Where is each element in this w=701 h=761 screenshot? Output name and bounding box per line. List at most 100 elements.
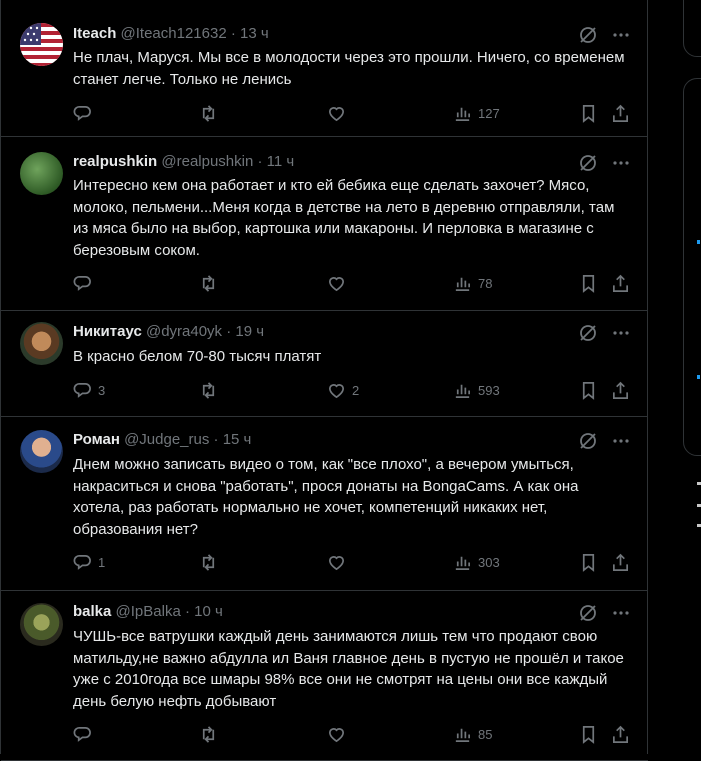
share-button[interactable] (611, 553, 630, 572)
author-name[interactable]: Никитаус (73, 323, 142, 340)
more-icon[interactable] (612, 26, 630, 49)
bookmark-button[interactable] (579, 104, 598, 123)
tweet-header: Никитаус @dyra40yk · 19 ч (73, 322, 264, 342)
views-button[interactable]: 303 (453, 553, 500, 572)
retweet-button[interactable] (199, 381, 224, 400)
bookmark-button[interactable] (579, 274, 598, 293)
tweet[interactable]: realpushkin @realpushkin · 11 ч Интересн… (1, 137, 648, 311)
views-button[interactable]: 127 (453, 104, 500, 123)
tweet[interactable]: Никитаус @dyra40yk · 19 ч В красно белом… (1, 311, 648, 417)
retweet-icon (202, 105, 215, 122)
avatar[interactable] (20, 430, 63, 473)
share-button[interactable] (611, 274, 630, 293)
author-name[interactable]: Iteach (73, 25, 116, 42)
avatar[interactable] (20, 23, 63, 66)
timestamp[interactable]: 15 ч (223, 431, 252, 448)
bookmark-icon (582, 726, 595, 744)
grok-icon[interactable] (578, 431, 598, 456)
timestamp[interactable]: 11 ч (267, 153, 295, 170)
like-button[interactable] (327, 725, 352, 744)
retweet-icon (202, 382, 215, 399)
reply-button[interactable] (73, 274, 98, 293)
timestamp[interactable]: 19 ч (235, 323, 264, 340)
tweet[interactable]: Iteach @Iteach121632 · 13 ч Не плач, Мар… (1, 0, 648, 137)
bookmark-button[interactable] (579, 381, 598, 400)
separator: · (222, 323, 236, 340)
author-name[interactable]: realpushkin (73, 153, 157, 170)
heart-icon (328, 384, 345, 399)
views-button[interactable]: 593 (453, 381, 500, 400)
author-handle[interactable]: @IpBalka (116, 603, 181, 620)
reply-icon (73, 105, 91, 121)
heart-icon (328, 277, 345, 292)
tweet[interactable]: balka @IpBalka · 10 ч ЧУШЬ-все ватрушки … (1, 591, 648, 761)
retweet-button[interactable] (199, 725, 224, 744)
author-handle[interactable]: @Iteach121632 (121, 25, 227, 42)
views-button[interactable]: 85 (453, 725, 492, 744)
tweet-header: Роман @Judge_rus · 15 ч (73, 430, 251, 450)
separator: · (209, 431, 223, 448)
tweet-top-actions (578, 323, 630, 348)
timestamp[interactable]: 13 ч (240, 25, 269, 42)
author-name[interactable]: balka (73, 603, 111, 620)
bookmark-button[interactable] (579, 725, 598, 744)
share-icon (612, 553, 629, 571)
sidebar-text-fragment (697, 482, 701, 485)
bookmark-button[interactable] (579, 553, 598, 572)
author-handle[interactable]: @Judge_rus (124, 431, 209, 448)
avatar[interactable] (20, 152, 63, 195)
heart-icon (328, 556, 345, 571)
tweet-text: Днем можно записать видео о том, как "вс… (73, 456, 579, 538)
author-handle[interactable]: @realpushkin (161, 153, 253, 170)
sidebar-card (683, 0, 701, 57)
views-icon (455, 384, 471, 399)
share-button[interactable] (611, 104, 630, 123)
share-icon (612, 274, 629, 292)
author-name[interactable]: Роман (73, 431, 120, 448)
retweet-button[interactable] (199, 274, 224, 293)
grok-icon[interactable] (578, 323, 598, 348)
more-icon[interactable] (612, 604, 630, 627)
tweet-actions: 1 303 (73, 553, 633, 575)
more-icon[interactable] (612, 154, 630, 177)
more-icon[interactable] (612, 432, 630, 455)
retweet-button[interactable] (199, 553, 224, 572)
sidebar-link-fragment (697, 375, 700, 379)
separator: · (253, 153, 267, 170)
like-button[interactable] (327, 553, 352, 572)
tweet[interactable]: Роман @Judge_rus · 15 ч Днем можно запис… (1, 417, 648, 591)
view-count: 78 (478, 276, 493, 291)
share-button[interactable] (611, 381, 630, 400)
reply-button[interactable] (73, 104, 98, 123)
retweet-button[interactable] (199, 104, 224, 123)
reply-icon (73, 382, 91, 398)
sidebar-text-fragment (697, 504, 701, 507)
reply-count: 1 (98, 555, 106, 570)
view-count: 127 (478, 106, 500, 121)
avatar[interactable] (20, 322, 63, 365)
more-icon[interactable] (612, 324, 630, 347)
share-button[interactable] (611, 725, 630, 744)
like-button[interactable]: 2 (327, 381, 359, 400)
like-button[interactable] (327, 274, 352, 293)
views-icon (455, 107, 471, 122)
tweet-text: Не плач, Маруся. Мы все в молодости чере… (73, 49, 625, 88)
reply-button[interactable]: 3 (73, 381, 105, 400)
reply-button[interactable]: 1 (73, 553, 105, 572)
bookmark-icon (582, 105, 595, 123)
view-count: 303 (478, 555, 500, 570)
views-button[interactable]: 78 (453, 274, 492, 293)
share-icon (612, 381, 629, 399)
tweet-header: Iteach @Iteach121632 · 13 ч (73, 24, 269, 44)
tweet-header: balka @IpBalka · 10 ч (73, 602, 223, 622)
like-count: 2 (352, 383, 360, 398)
author-handle[interactable]: @dyra40yk (146, 323, 222, 340)
heart-icon (328, 728, 345, 743)
reply-button[interactable] (73, 725, 98, 744)
like-button[interactable] (327, 104, 352, 123)
timeline: Iteach @Iteach121632 · 13 ч Не плач, Мар… (0, 0, 648, 761)
avatar[interactable] (20, 603, 63, 646)
sidebar-link-fragment (697, 240, 700, 244)
timestamp[interactable]: 10 ч (194, 603, 223, 620)
grok-icon[interactable] (578, 603, 598, 628)
